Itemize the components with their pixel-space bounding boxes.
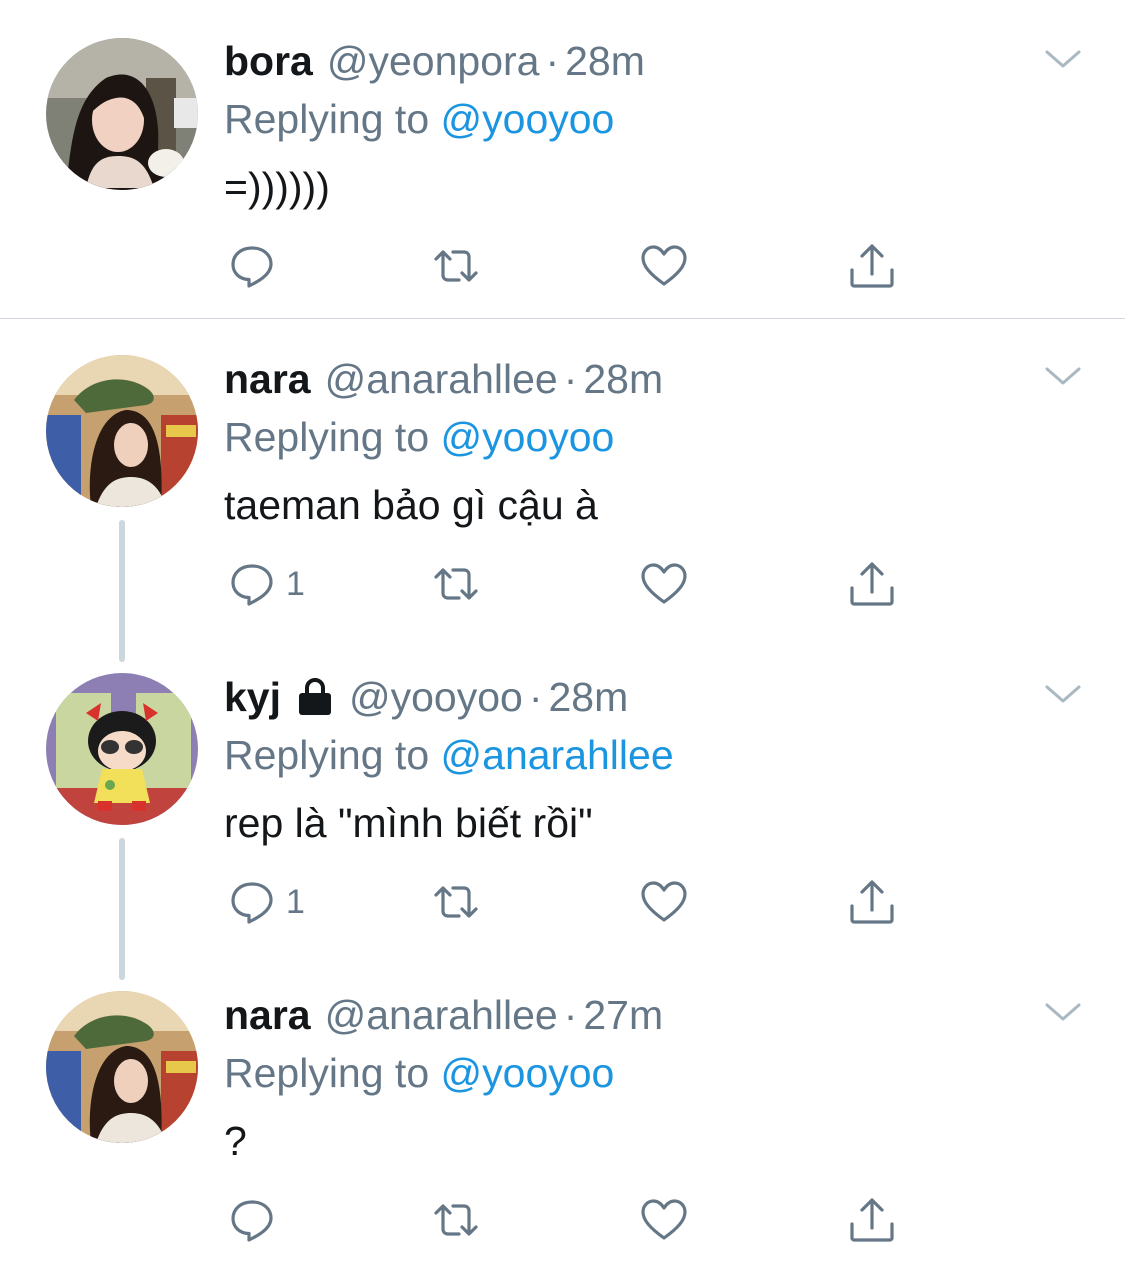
username[interactable]: @yeonpora [327, 36, 540, 86]
share-button[interactable] [848, 1194, 896, 1246]
heart-icon [640, 878, 688, 926]
tweet-actions: 1 [224, 558, 924, 610]
chevron-down-icon[interactable] [1043, 679, 1083, 709]
tweet[interactable]: bora @yeonpora · 28m Replying to @yooyoo… [0, 0, 1125, 318]
tweet-content: nara @anarahllee · 28m Replying to @yooy… [224, 354, 1085, 528]
separator: · [528, 674, 543, 720]
retweet-icon [432, 878, 480, 926]
tweet[interactable]: nara @anarahllee · 28m Replying to @yooy… [0, 319, 1125, 637]
chevron-down-icon[interactable] [1043, 361, 1083, 391]
replying-to-label: Replying to [224, 732, 441, 778]
replying-to-label: Replying to [224, 96, 441, 142]
reply-count: 1 [286, 564, 305, 603]
tweet-header: nara @anarahllee · 28m [224, 354, 663, 404]
reply-icon [228, 878, 276, 926]
chevron-down-icon[interactable] [1043, 997, 1083, 1027]
avatar-image [46, 355, 198, 507]
tweet-text: rep là "mình biết rồi" [224, 800, 593, 846]
tweet-text: ? [224, 1118, 247, 1164]
like-button[interactable] [640, 240, 688, 292]
avatar[interactable] [46, 673, 198, 825]
tweet-thread: bora @yeonpora · 28m Replying to @yooyoo… [0, 0, 1125, 1270]
username[interactable]: @anarahllee [325, 354, 558, 404]
lock-icon [295, 677, 335, 717]
avatar-image [46, 38, 198, 190]
tweet[interactable]: nara @anarahllee · 27m Replying to @yooy… [0, 955, 1125, 1270]
replying-to-label: Replying to [224, 414, 441, 460]
timestamp[interactable]: 28m [549, 672, 629, 722]
reply-button[interactable] [228, 1194, 286, 1246]
reply-count: 1 [286, 882, 305, 921]
tweet-actions [224, 1194, 924, 1246]
replying-to: Replying to @yooyoo [224, 1048, 614, 1098]
retweet-button[interactable] [432, 558, 480, 610]
tweet-actions [224, 240, 924, 292]
like-button[interactable] [640, 1194, 688, 1246]
mention-link[interactable]: @yooyoo [441, 414, 615, 460]
share-icon [848, 242, 896, 290]
tweet-content: nara @anarahllee · 27m Replying to @yooy… [224, 990, 1085, 1164]
avatar[interactable] [46, 38, 198, 190]
timestamp[interactable]: 28m [583, 354, 663, 404]
tweet-header: bora @yeonpora · 28m [224, 36, 645, 86]
replying-to: Replying to @anarahllee [224, 730, 674, 780]
reply-icon [228, 242, 276, 290]
share-button[interactable] [848, 558, 896, 610]
retweet-icon [432, 242, 480, 290]
share-button[interactable] [848, 240, 896, 292]
avatar-image [46, 991, 198, 1143]
display-name[interactable]: bora [224, 36, 313, 86]
replying-to: Replying to @yooyoo [224, 412, 614, 462]
share-icon [848, 1196, 896, 1244]
share-icon [848, 560, 896, 608]
heart-icon [640, 242, 688, 290]
reply-button[interactable]: 1 [228, 876, 305, 928]
retweet-icon [432, 1196, 480, 1244]
retweet-button[interactable] [432, 876, 480, 928]
avatar[interactable] [46, 991, 198, 1143]
heart-icon [640, 1196, 688, 1244]
timestamp[interactable]: 28m [565, 36, 645, 86]
mention-link[interactable]: @yooyoo [441, 1050, 615, 1096]
display-name[interactable]: kyj [224, 672, 281, 722]
mention-link[interactable]: @anarahllee [441, 732, 674, 778]
tweet[interactable]: kyj @yooyoo · 28m Replying to @anarahlle… [0, 637, 1125, 955]
mention-link[interactable]: @yooyoo [441, 96, 615, 142]
tweet-text: taeman bảo gì cậu à [224, 482, 598, 528]
chevron-down-icon[interactable] [1043, 44, 1083, 74]
share-button[interactable] [848, 876, 896, 928]
username[interactable]: @yooyoo [349, 672, 523, 722]
tweet-content: kyj @yooyoo · 28m Replying to @anarahlle… [224, 672, 1085, 846]
tweet-content: bora @yeonpora · 28m Replying to @yooyoo… [224, 36, 1085, 210]
username[interactable]: @anarahllee [325, 990, 558, 1040]
display-name[interactable]: nara [224, 990, 311, 1040]
replying-to-label: Replying to [224, 1050, 441, 1096]
retweet-button[interactable] [432, 1194, 480, 1246]
retweet-icon [432, 560, 480, 608]
reply-icon [228, 1196, 276, 1244]
retweet-button[interactable] [432, 240, 480, 292]
separator: · [545, 38, 560, 84]
tweet-actions: 1 [224, 876, 924, 928]
timestamp[interactable]: 27m [583, 990, 663, 1040]
tweet-text: =)))))) [224, 164, 330, 210]
like-button[interactable] [640, 876, 688, 928]
tweet-header: kyj @yooyoo · 28m [224, 672, 628, 722]
reply-button[interactable]: 1 [228, 558, 305, 610]
reply-icon [228, 560, 276, 608]
display-name[interactable]: nara [224, 354, 311, 404]
replying-to: Replying to @yooyoo [224, 94, 614, 144]
separator: · [563, 992, 578, 1038]
reply-button[interactable] [228, 240, 286, 292]
like-button[interactable] [640, 558, 688, 610]
share-icon [848, 878, 896, 926]
avatar[interactable] [46, 355, 198, 507]
heart-icon [640, 560, 688, 608]
tweet-header: nara @anarahllee · 27m [224, 990, 663, 1040]
avatar-image [46, 673, 198, 825]
separator: · [563, 356, 578, 402]
